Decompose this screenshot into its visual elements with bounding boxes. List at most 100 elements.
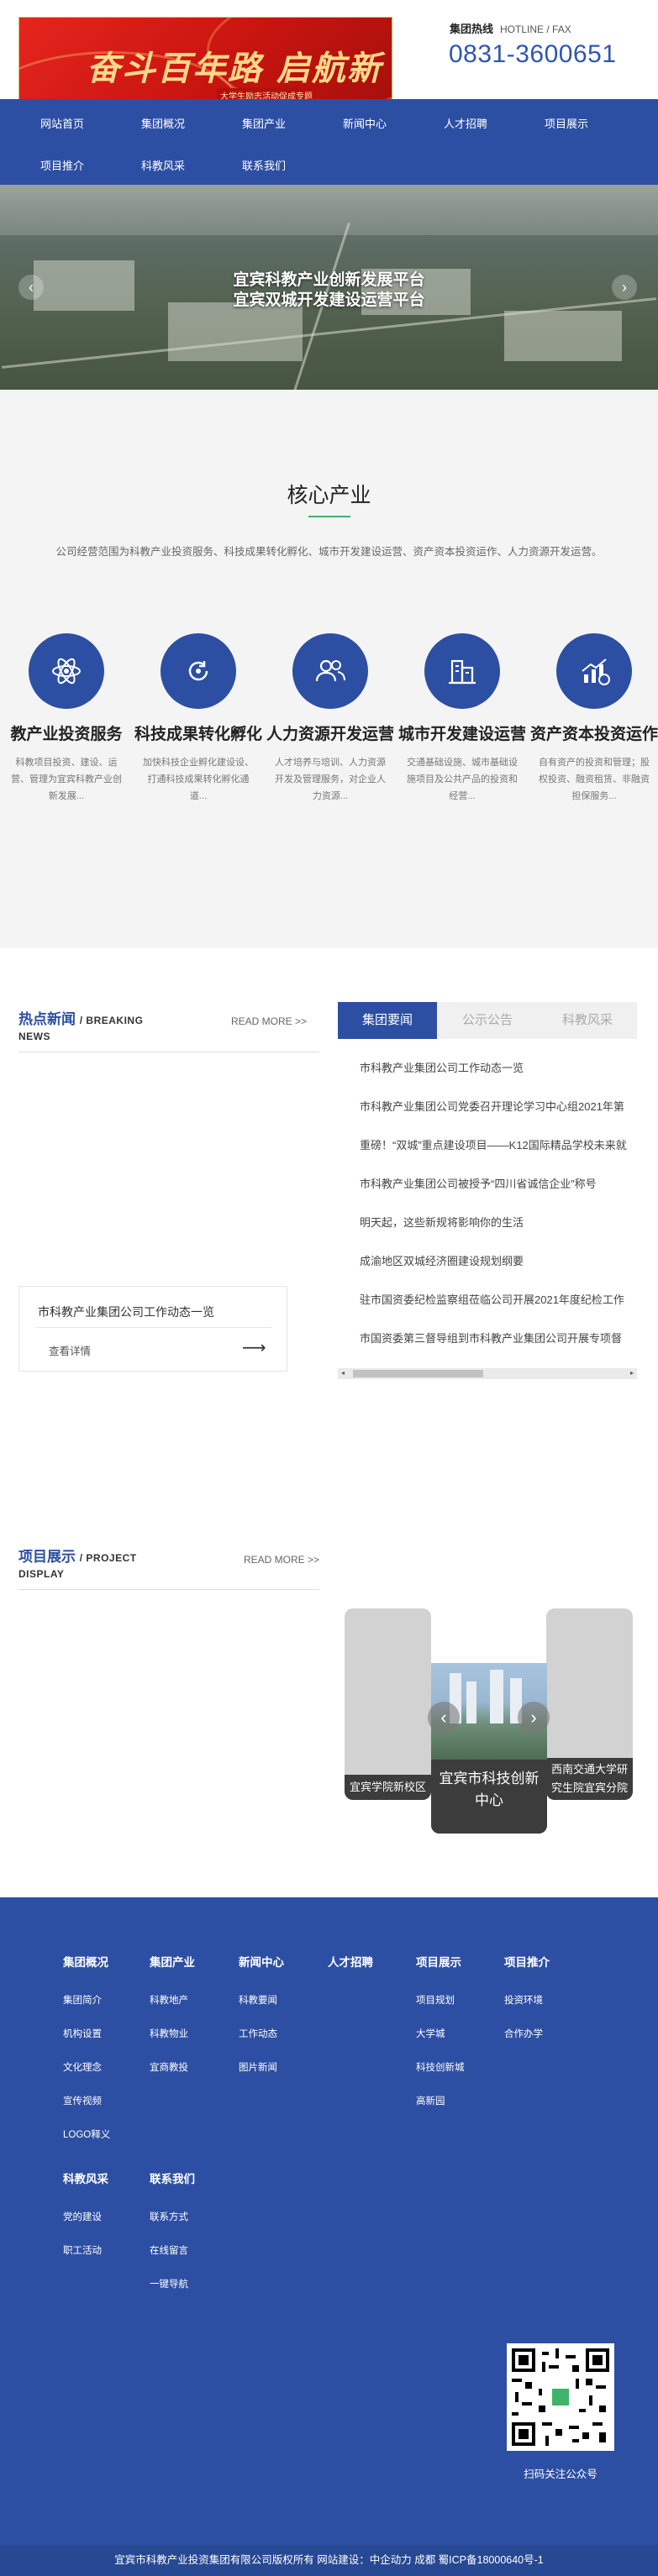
news-list-item[interactable]: 驻市国资委纪检监察组莅临公司开展2021年度纪检工作 [360, 1289, 637, 1328]
users-icon [292, 633, 368, 709]
news-featured-card[interactable]: 市科教产业集团公司工作动态一览 查看详情 ⟶ [18, 1286, 287, 1372]
footer-link[interactable]: 高新园 [416, 2094, 445, 2107]
industry-item[interactable]: 城市开发建设运营 交通基础设施、城市基础设施项目及公共产品的投资和经营... [396, 625, 529, 805]
footer-link[interactable]: 投资环境 [504, 1993, 543, 2007]
industry-desc: 交通基础设施、城市基础设施项目及公共产品的投资和经营... [407, 758, 518, 801]
nav-item-jobs[interactable]: 人才招聘 [444, 115, 487, 131]
refresh-icon [161, 633, 236, 709]
nav-item-overview[interactable]: 集团概况 [141, 115, 185, 131]
news-read-more-link[interactable]: READ MORE >> [231, 1015, 307, 1027]
footer-link[interactable]: LOGO释义 [63, 2127, 110, 2141]
qr-code-icon [512, 2348, 609, 2446]
footer-col-head[interactable]: 集团概况 [63, 1953, 108, 1970]
main-nav: 网站首页 集团概况 集团产业 新闻中心 人才招聘 项目展示 项目推介 科教风采 … [0, 99, 658, 185]
industry-item[interactable]: 资产资本投资运作 自有资产的投资和管理；股权投资、融资租赁、非融资担保服务... [528, 625, 658, 805]
nav-item-projects[interactable]: 项目展示 [545, 115, 588, 131]
hotline-label: 集团热线 HOTLINE / FAX [450, 20, 571, 36]
footer-link[interactable]: 职工活动 [63, 2243, 102, 2257]
footer-link[interactable]: 文化理念 [63, 2060, 102, 2074]
news-list-item[interactable]: 市科教产业集团公司工作动态一览 [360, 1057, 637, 1096]
nav-item-news[interactable]: 新闻中心 [343, 115, 387, 131]
nav-item-style[interactable]: 科教风采 [141, 157, 185, 173]
footer-link[interactable]: 宜商教投 [150, 2060, 188, 2074]
hero-next-button[interactable]: › [612, 275, 637, 300]
news-list-item[interactable]: 成渝地区双城经济圈建设规划纲要 [360, 1251, 637, 1289]
footer-link[interactable]: 联系方式 [150, 2210, 188, 2223]
footer-col-head[interactable]: 联系我们 [150, 2169, 195, 2186]
arrow-right-icon[interactable]: ⟶ [242, 1337, 266, 1358]
footer-link[interactable]: 大学城 [416, 2027, 445, 2040]
project-prev-button[interactable]: ‹ [428, 1702, 460, 1734]
footer-link[interactable]: 集团简介 [63, 1993, 102, 2007]
scroll-left-icon[interactable]: ◂ [341, 1369, 345, 1377]
nav-item-promotion[interactable]: 项目推介 [40, 157, 84, 173]
nav-item-contact[interactable]: 联系我们 [242, 157, 286, 173]
scrollbar-thumb[interactable] [353, 1370, 483, 1377]
news-list-item[interactable]: 市科教产业集团公司党委召开理论学习中心组2021年第 [360, 1096, 637, 1135]
projects-read-more-link[interactable]: READ MORE >> [244, 1554, 319, 1566]
project-card-active[interactable]: 宜宾市科技创新中心 [431, 1760, 547, 1834]
footer-link[interactable]: 党的建设 [63, 2210, 102, 2223]
footer-col-head[interactable]: 人才招聘 [328, 1953, 373, 1970]
footer-col-head[interactable]: 项目推介 [504, 1953, 550, 1970]
projects-section-title: 项目展示 / PROJECT DISPLAY [18, 1550, 178, 1582]
news-list-item[interactable]: 市科教产业集团公司被授予“四川省诚信企业”称号 [360, 1173, 637, 1212]
footer-col-head[interactable]: 科教风采 [63, 2169, 108, 2186]
footer-link[interactable]: 工作动态 [239, 2027, 277, 2040]
news-list-item[interactable]: 重磅！“双城”重点建设项目——K12国际精品学校未来就 [360, 1135, 637, 1173]
industry-name: 资产资本投资运作 [529, 726, 658, 743]
footer-link[interactable]: 在线留言 [150, 2243, 188, 2257]
footer-link[interactable]: 宣传视频 [63, 2094, 102, 2107]
hero-city-block [504, 311, 622, 361]
hero-title-line1: 宜宾科教产业创新发展平台 [233, 271, 425, 289]
image-tower [490, 1670, 503, 1723]
tab-style[interactable]: 科教风采 [538, 1002, 637, 1039]
featured-read-link[interactable]: 查看详情 [49, 1342, 91, 1358]
building-icon [424, 633, 500, 709]
industry-item[interactable]: 科技成果转化孵化 加快科技企业孵化建设设、打通科技成果转化孵化通道... [132, 625, 265, 805]
site-header: 奋斗百年路 启航新征程 大学生励志活动促成专题 集团热线HOTLINE / FA… [0, 0, 658, 113]
hero-prev-button[interactable]: ‹ [18, 275, 44, 300]
industry-item[interactable]: 教产业投资服务 科教项目投资、建设、运营、管理为宜宾科教产业创新发展... [0, 625, 133, 805]
footer-link[interactable]: 科教物业 [150, 2027, 188, 2040]
qr-caption: 扫码关注公众号 [524, 2468, 597, 2480]
hero-city-block [168, 302, 303, 361]
tab-group-news[interactable]: 集团要闻 [338, 1002, 437, 1039]
news-horizontal-scrollbar[interactable]: ◂ ▸ [338, 1368, 637, 1379]
core-industry-section: 核心产业 公司经营范围为科教产业投资服务、科技成果转化孵化、城市开发建设运营、资… [0, 390, 658, 948]
hotline-title: 集团热线 [450, 23, 494, 35]
nav-item-home[interactable]: 网站首页 [40, 115, 84, 131]
news-list: 市科教产业集团公司工作动态一览 市科教产业集团公司党委召开理论学习中心组2021… [360, 1057, 637, 1367]
industry-item[interactable]: 人力资源开发运营 人才培养与培训、人力资源开发及管理服务，对企业人力资源... [264, 625, 397, 805]
tab-announcements[interactable]: 公示公告 [438, 1002, 537, 1039]
news-list-item[interactable]: 明天起，这些新规将影响你的生活 [360, 1212, 637, 1251]
footer-col-head[interactable]: 项目展示 [416, 1953, 461, 1970]
footer-col-head[interactable]: 集团产业 [150, 1953, 195, 1970]
news-title-cn: 热点新闻 [18, 1011, 76, 1027]
core-title: 核心产业 [287, 484, 371, 507]
nav-item-industry[interactable]: 集团产业 [242, 115, 286, 131]
footer-link[interactable]: 机构设置 [63, 2027, 102, 2040]
news-list-item[interactable]: 市国资委第三督导组到市科教产业集团公司开展专项督 [360, 1328, 637, 1367]
project-card[interactable]: 西南交通大学研究生院宜宾分院 [546, 1608, 633, 1800]
project-card[interactable]: 宜宾学院新校区 [345, 1608, 431, 1800]
footer-link[interactable]: 一键导航 [150, 2277, 188, 2290]
footer-link[interactable]: 科技创新城 [416, 2060, 465, 2074]
footer-col-head[interactable]: 新闻中心 [239, 1953, 284, 1970]
industry-name: 人力资源开发运营 [266, 726, 394, 743]
footer-link[interactable]: 合作办学 [504, 2027, 543, 2040]
footer-link[interactable]: 图片新闻 [239, 2060, 277, 2074]
footer-link[interactable]: 项目规划 [416, 1993, 455, 2007]
footer-link[interactable]: 科教要闻 [239, 1993, 277, 2007]
projects-divider [18, 1589, 319, 1590]
hero-title-line2: 宜宾双城开发建设运营平台 [233, 291, 425, 309]
footer-link[interactable]: 科教地产 [150, 1993, 188, 2007]
industry-desc: 人才培养与培训、人力资源开发及管理服务，对企业人力资源... [275, 758, 386, 801]
hero-sky [0, 185, 658, 235]
project-next-button[interactable]: › [518, 1702, 550, 1734]
scroll-right-icon[interactable]: ▸ [630, 1369, 634, 1377]
hero-slider: 宜宾科教产业创新发展平台 宜宾双城开发建设运营平台 ‹ › [0, 185, 658, 390]
copyright: 宜宾市科教产业投资集团有限公司版权所有 网站建设：中企动力 成都 蜀ICP备18… [0, 2545, 658, 2576]
atom-icon [29, 633, 104, 709]
project-caption: 宜宾学院新校区 [345, 1775, 431, 1800]
